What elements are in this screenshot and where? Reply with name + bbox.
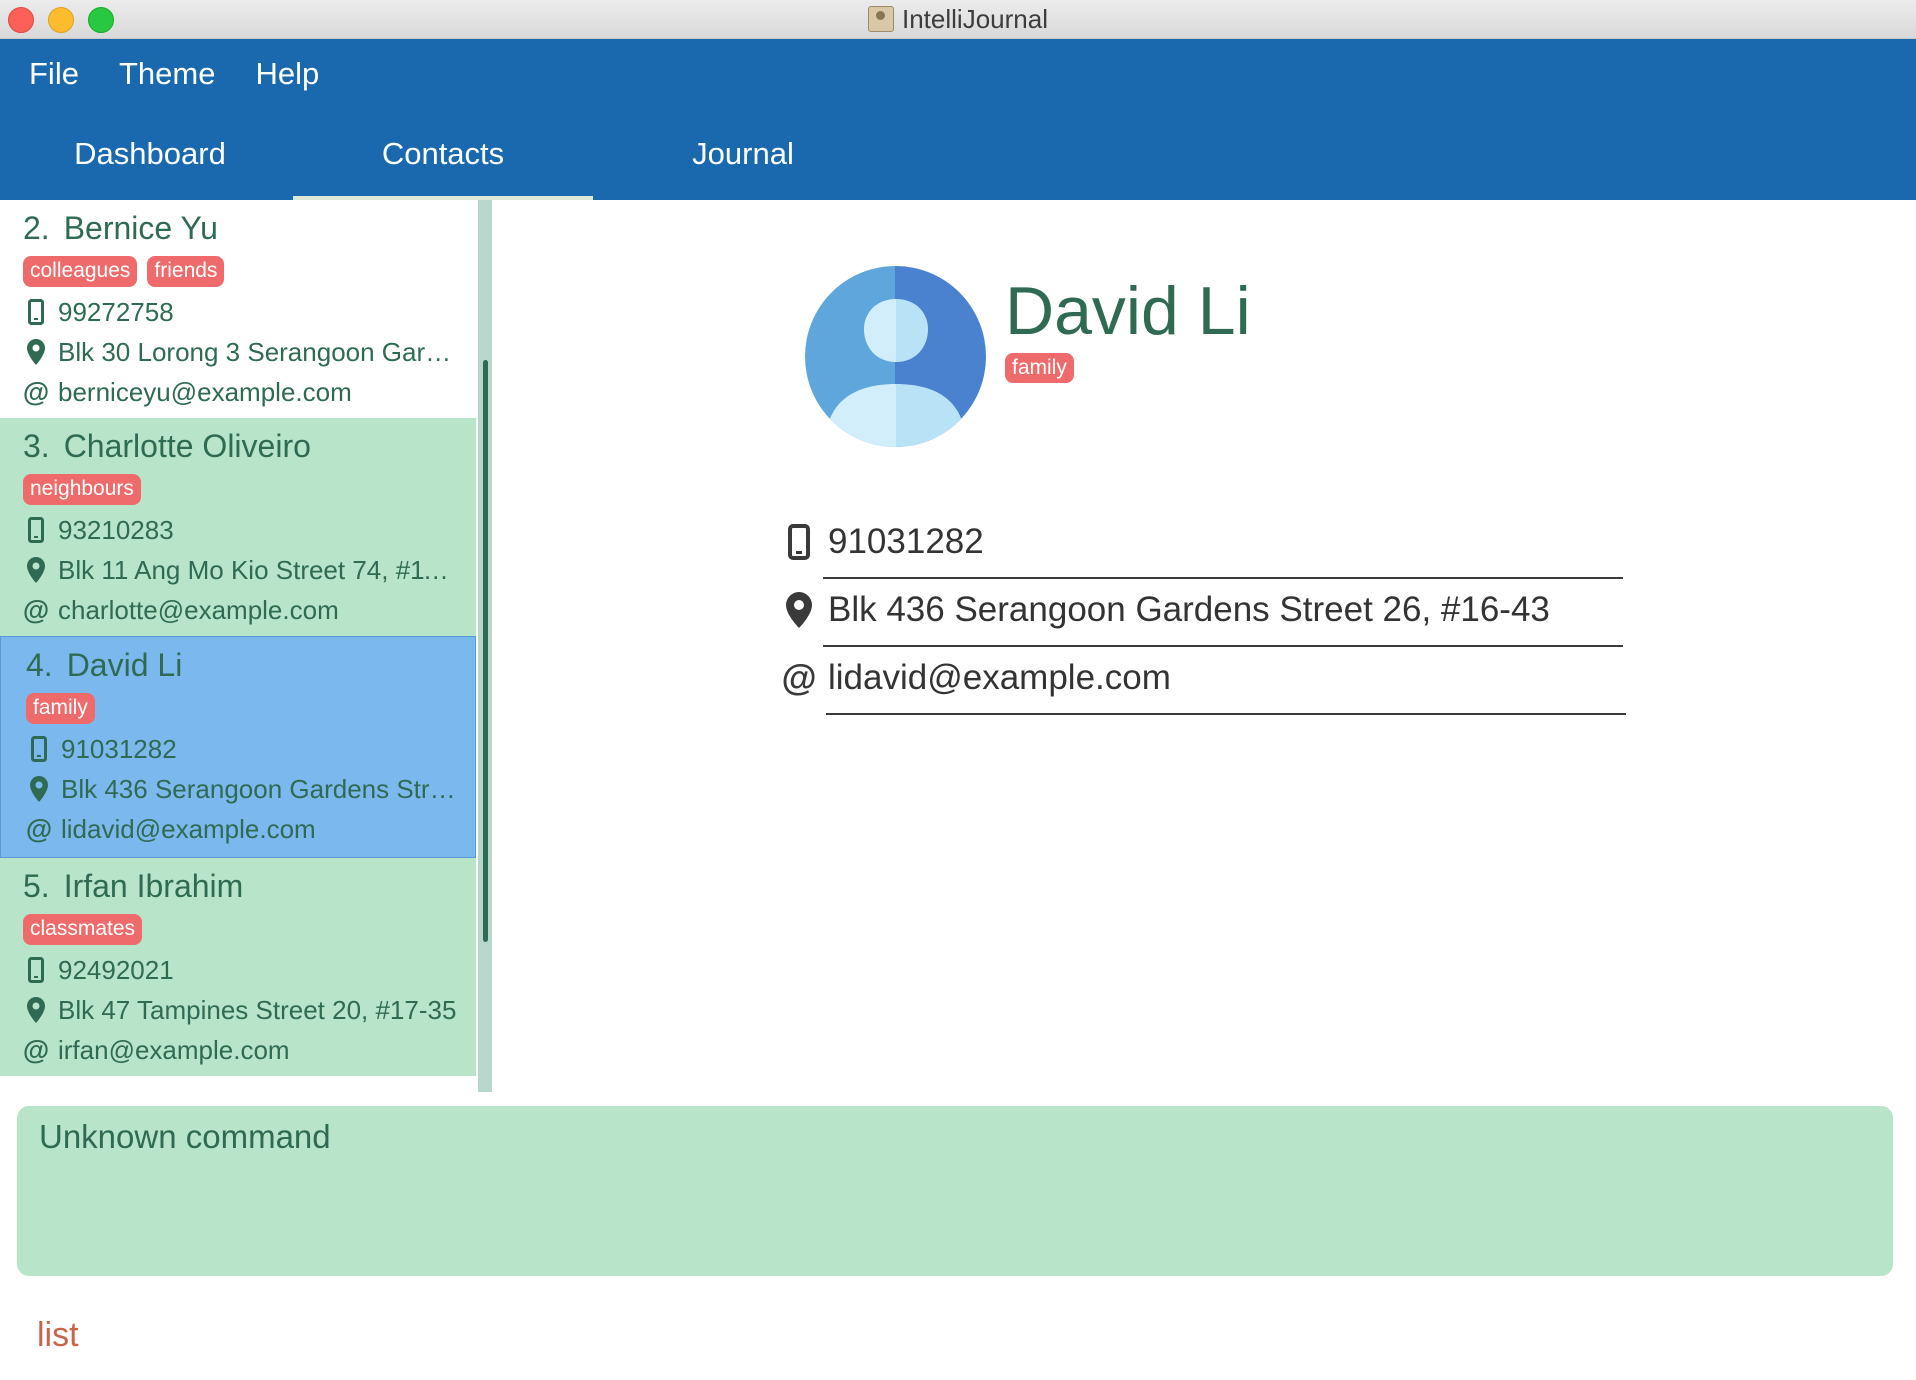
phone-icon	[25, 736, 53, 762]
tag: neighbours	[23, 474, 141, 505]
contact-email: @ berniceyu@example.com	[22, 376, 352, 407]
contact-list: 2. Bernice Yu colleagues friends 99272758…	[0, 200, 476, 1092]
phone-icon	[782, 524, 816, 560]
detail-address: Blk 436 Serangoon Gardens Street 26, #16…	[782, 580, 1582, 640]
tab-contacts[interactable]: Contacts	[293, 119, 593, 200]
contact-index: 2.	[23, 210, 50, 246]
avatar-icon	[805, 266, 986, 447]
contact-name-text: David Li	[66, 647, 183, 683]
contact-phone: 92492021	[22, 952, 462, 988]
contact-card[interactable]: 3. Charlotte Oliveiro neighbours 93210283…	[0, 418, 476, 636]
title-bar: IntelliJournal	[0, 0, 1916, 39]
tag-list: classmates	[23, 914, 143, 945]
contact-name-text: Irfan Ibrahim	[63, 868, 244, 904]
app-icon	[868, 6, 894, 32]
contact-phone: 99272758	[22, 294, 462, 330]
contact-name: 2. Bernice Yu	[23, 210, 218, 247]
command-input[interactable]	[37, 1310, 1897, 1360]
location-pin-icon	[22, 339, 50, 365]
contact-index: 5.	[23, 868, 50, 904]
menu-file[interactable]: File	[0, 39, 99, 109]
detail-phone-text: 91031282	[828, 522, 984, 561]
phone-icon	[22, 517, 50, 543]
tab-journal[interactable]: Journal	[593, 119, 893, 200]
contact-index: 3.	[23, 428, 50, 464]
contact-email: @ irfan@example.com	[22, 1034, 290, 1065]
divider	[823, 645, 1623, 647]
at-sign-icon: @	[781, 657, 817, 698]
phone-icon	[22, 957, 50, 983]
contact-name: 3. Charlotte Oliveiro	[23, 428, 311, 465]
location-pin-icon	[25, 776, 53, 802]
contact-card-selected[interactable]: 4. David Li family 91031282 Blk 436 Seran…	[0, 636, 476, 858]
menu-help[interactable]: Help	[235, 39, 339, 109]
contact-address: Blk 436 Serangoon Gardens Street ...	[25, 771, 465, 807]
contact-detail-panel: David Li family 91031282 Blk 436 Serango…	[492, 200, 1916, 1092]
contact-name-text: Charlotte Oliveiro	[63, 428, 311, 464]
list-scrollbar-thumb[interactable]	[483, 360, 488, 942]
tag: friends	[147, 256, 225, 287]
menu-bar: File Theme Help	[0, 39, 339, 109]
contact-phone: 93210283	[22, 512, 462, 548]
contact-name-text: Bernice Yu	[63, 210, 218, 246]
contact-card[interactable]: 2. Bernice Yu colleagues friends 99272758…	[0, 200, 476, 418]
tab-dashboard[interactable]: Dashboard	[0, 119, 300, 200]
contact-name: 4. David Li	[26, 647, 182, 684]
phone-icon	[22, 299, 50, 325]
detail-email-text: lidavid@example.com	[828, 658, 1171, 697]
contact-address: Blk 47 Tampines Street 20, #17-35	[22, 992, 462, 1028]
avatar	[805, 266, 986, 447]
tag: family	[1005, 353, 1074, 383]
window-title-text: IntelliJournal	[902, 4, 1048, 34]
menu-theme[interactable]: Theme	[99, 39, 235, 109]
detail-email: @ lidavid@example.com	[781, 648, 1582, 708]
divider	[826, 713, 1626, 715]
tag: classmates	[23, 914, 143, 945]
app-header: File Theme Help Dashboard Contacts Journ…	[0, 39, 1916, 200]
tag-list: colleagues friends	[23, 256, 225, 287]
detail-phone: 91031282	[782, 512, 1582, 572]
at-sign-icon: @	[22, 376, 50, 407]
contact-name: 5. Irfan Ibrahim	[23, 868, 243, 905]
contact-address: Blk 30 Lorong 3 Serangoon Garden...	[22, 334, 462, 370]
at-sign-icon: @	[22, 594, 50, 625]
result-display: Unknown command	[17, 1106, 1893, 1276]
tag: colleagues	[23, 256, 138, 287]
contact-address: Blk 11 Ang Mo Kio Street 74, #11-04	[22, 552, 462, 588]
contact-email: @ charlotte@example.com	[22, 594, 339, 625]
at-sign-icon: @	[25, 813, 53, 844]
tag-list: family	[26, 693, 95, 724]
contact-card[interactable]: 5. Irfan Ibrahim classmates 92492021 Blk …	[0, 858, 476, 1076]
location-pin-icon	[22, 997, 50, 1023]
location-pin-icon	[782, 592, 816, 628]
location-pin-icon	[22, 557, 50, 583]
contact-index: 4.	[26, 647, 53, 683]
tag: family	[26, 693, 95, 724]
contact-phone: 91031282	[25, 731, 465, 767]
detail-name: David Li	[1005, 273, 1251, 349]
at-sign-icon: @	[22, 1034, 50, 1065]
detail-tag-list: family	[1005, 353, 1074, 383]
divider	[823, 577, 1623, 579]
window-title: IntelliJournal	[0, 0, 1916, 38]
contact-email: @ lidavid@example.com	[25, 813, 316, 844]
tag-list: neighbours	[23, 474, 141, 505]
detail-address-text: Blk 436 Serangoon Gardens Street 26, #16…	[828, 590, 1550, 629]
